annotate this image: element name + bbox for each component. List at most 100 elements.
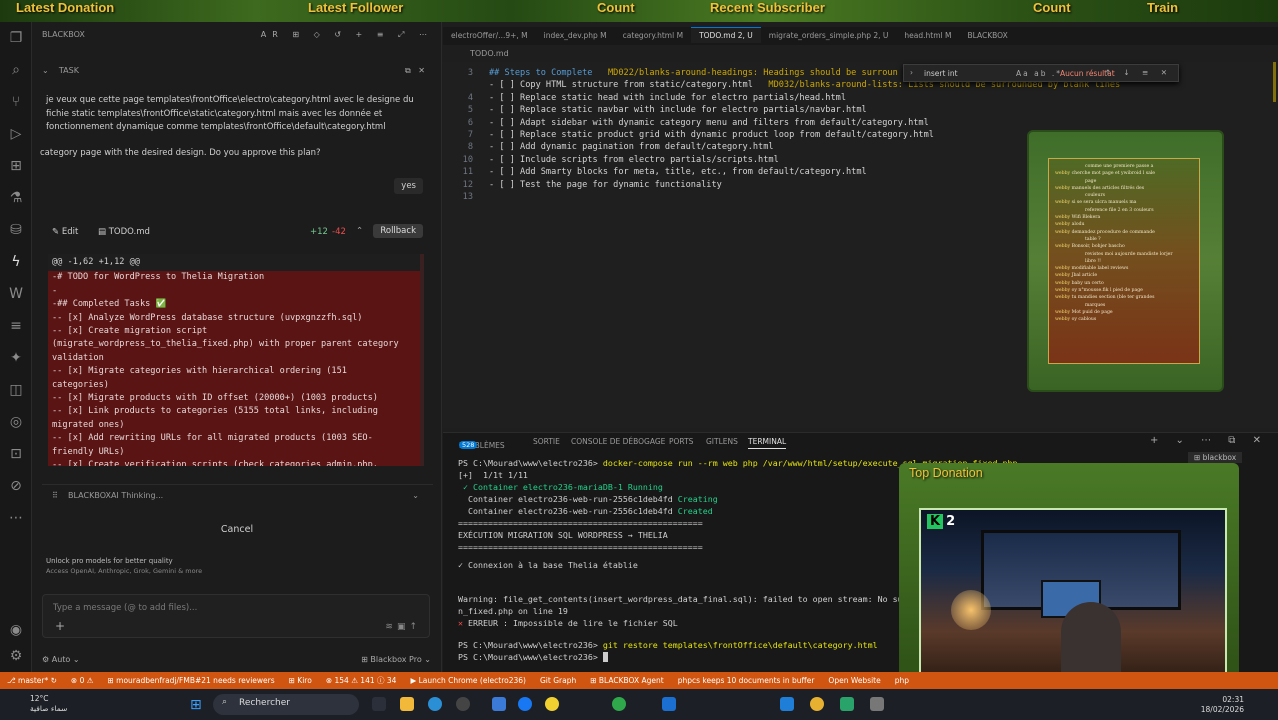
upgrade-promo[interactable]: Unlock pro models for better quality Acc… (46, 556, 202, 576)
diff-scrollbar[interactable] (420, 254, 424, 466)
message-input[interactable]: Type a message (@ to add files)... + ≋▣↑ (42, 594, 430, 638)
app-icon[interactable] (870, 697, 884, 711)
status-bar-item[interactable]: Open Website (821, 673, 887, 688)
chevron-down-icon[interactable]: ⌄ (412, 491, 419, 500)
app-icon[interactable] (545, 697, 559, 711)
docker-icon[interactable]: ◫ (0, 374, 32, 406)
panel-controls[interactable]: + ⌄ ⋯ ⧉ ✕ (1150, 435, 1268, 446)
remote-icon[interactable]: ◎ (0, 406, 32, 438)
chat-message: page (1085, 178, 1097, 184)
status-bar-item[interactable]: ⊞ Kiro (282, 673, 319, 688)
run-debug-icon[interactable]: ▷ (0, 118, 32, 150)
find-widget[interactable]: › insert int Aa ab .* Aucun résultat ↑ ↓… (903, 64, 1179, 82)
facebook-icon[interactable] (518, 697, 532, 711)
breadcrumb[interactable]: TODO.md (470, 49, 509, 58)
thinking-bar[interactable]: ⠿ BLACKBOXAI Thinking... ⌄ (42, 484, 433, 504)
editor-tab[interactable]: index_dev.php M (536, 28, 615, 43)
terminal-line: Container electro236-web-run-2556c1deb4f… (458, 506, 713, 516)
user-message: yes (394, 178, 423, 194)
chrome-icon[interactable] (810, 697, 824, 711)
lock-icon[interactable]: ⊡ (0, 438, 32, 470)
status-bar-item[interactable]: phpcs keeps 10 documents in buffer (671, 673, 822, 688)
terminal-app-icon[interactable] (840, 697, 854, 711)
vscode-icon[interactable] (780, 697, 794, 711)
editor-tab[interactable]: TODO.md 2, U (691, 27, 761, 43)
task-view-icon[interactable] (372, 697, 386, 711)
settings-gear-icon[interactable]: ⚙ (0, 640, 32, 672)
image-icon[interactable]: ▣ (397, 622, 410, 632)
code-line: 7 - [ ] Replace static product grid with … (443, 130, 934, 142)
model-label: Blackbox Pro ⌄ (370, 655, 431, 664)
search-icon[interactable]: ⌕ (0, 54, 32, 86)
tab-ports[interactable]: PORTS (669, 437, 693, 446)
close-icon[interactable]: ✕ (418, 66, 425, 75)
mic-icon[interactable]: ≋ (385, 622, 397, 632)
status-bar-item[interactable]: php (888, 673, 916, 688)
more-icon[interactable]: ⋯ (0, 502, 32, 534)
tab-output[interactable]: SORTIE (533, 437, 560, 446)
taskbar-search[interactable]: ⌕ Rechercher (213, 694, 359, 715)
status-bar-item[interactable]: ⎇ master* ↻ (0, 673, 64, 688)
collapse-chevron-icon[interactable]: ⌄ (42, 66, 56, 75)
stream-chat-entry: webby modifiable label reviews (1055, 265, 1193, 272)
extensions-icon[interactable]: ⊞ (0, 150, 32, 182)
tab-debug-console[interactable]: CONSOLE DE DÉBOGAGE (571, 437, 665, 446)
code-text: - [ ] Replace static navbar with include… (489, 105, 867, 116)
editor-tab[interactable]: head.html M (896, 28, 959, 43)
editor-tab[interactable]: BLACKBOX (959, 28, 1015, 43)
terminal-instance-badge[interactable]: ⊞ blackbox (1188, 452, 1243, 463)
status-bar-item[interactable]: ▶ Launch Chrome (electro236) (403, 673, 533, 688)
weather-widget[interactable]: 12°C سماء صافية (30, 694, 67, 714)
find-options[interactable]: Aa ab .* (1016, 69, 1062, 78)
status-bar-item[interactable]: ⊗ 0 ⚠ (64, 673, 101, 688)
chrome-icon[interactable] (612, 697, 626, 711)
status-bar-item[interactable]: ⊞ BLACKBOX Agent (583, 673, 670, 688)
tab-terminal[interactable]: TERMINAL (748, 437, 787, 449)
status-bar-item[interactable]: ⊗ 154 ⚠ 141 ⓘ 34 (319, 672, 404, 689)
explorer-icon[interactable]: ❐ (0, 22, 32, 54)
task-bar: ⌄ TASK ⧉ ✕ (42, 66, 431, 80)
mode-selector[interactable]: ⚙ Auto ⌄ (42, 655, 80, 664)
chat-header-tools[interactable]: AR ⊞ ◇ ↺ + ≡ ⤢ ⋯ (261, 30, 433, 40)
find-expand-chevron-icon[interactable]: › (910, 68, 913, 77)
diff-view: @@ -1,62 +1,12 @@ -# TODO for WordPress t… (48, 254, 424, 466)
code-line: 11 - [ ] Add Smarty blocks for meta, titl… (443, 167, 867, 179)
model-selector[interactable]: ⊞ Blackbox Pro ⌄ (361, 655, 431, 664)
obs-icon[interactable] (456, 697, 470, 711)
list-icon[interactable]: ≡ (0, 310, 32, 342)
code-text: - [ ] Adapt sidebar with dynamic categor… (489, 117, 929, 128)
database-icon[interactable]: ⛁ (0, 214, 32, 246)
system-clock[interactable]: 02:31 18/02/2026 (1201, 695, 1244, 715)
link-icon[interactable]: ⊘ (0, 470, 32, 502)
status-bar-item[interactable]: Git Graph (533, 673, 583, 688)
editor-tab[interactable]: category.html M (615, 28, 691, 43)
find-input[interactable]: insert int (924, 69, 958, 78)
windows-start-icon[interactable]: ⊞ (190, 697, 202, 713)
file-edit-header: ✎ Edit ▤ TODO.md +12 -42 ⌃ Rollback (42, 222, 433, 242)
chat-message: cherche mot page et ywibroid l sale (1071, 171, 1155, 177)
blackbox-icon[interactable]: ϟ (0, 246, 32, 278)
editor-tab[interactable]: electroOffer/...9+, M (443, 28, 536, 43)
chevron-up-icon[interactable]: ⌃ (356, 226, 363, 236)
edit-file-name[interactable]: ▤ TODO.md (98, 227, 150, 237)
testing-icon[interactable]: ⚗ (0, 182, 32, 214)
editor-tab[interactable]: migrate_orders_simple.php 2, U (761, 28, 897, 43)
chat-message: comme une premiere passe a (1085, 164, 1154, 169)
edge-icon[interactable] (428, 697, 442, 711)
tab-gitlens[interactable]: GITLENS (706, 437, 738, 446)
stream-label-latest-donation: Latest Donation (16, 0, 115, 15)
outlook-icon[interactable] (662, 697, 676, 711)
file-explorer-icon[interactable] (400, 697, 414, 711)
code-line: 13 (443, 192, 489, 204)
wordpress-icon[interactable]: W (0, 278, 32, 310)
cancel-button[interactable]: Cancel (32, 524, 442, 535)
find-controls[interactable]: ↑ ↓ ≡ ✕ (1105, 68, 1172, 77)
store-icon[interactable] (492, 697, 506, 711)
status-bar-item[interactable]: ⊞ mouradbenfradj/FMB#21 needs reviewers (100, 673, 281, 688)
copy-icon[interactable]: ⧉ (405, 66, 411, 75)
rollback-button[interactable]: Rollback (373, 224, 423, 238)
spark-icon[interactable]: ✦ (0, 342, 32, 374)
send-icon[interactable]: ↑ (409, 622, 421, 632)
source-control-icon[interactable]: ⑂ (0, 86, 32, 118)
add-context-icon[interactable]: + (55, 619, 65, 633)
